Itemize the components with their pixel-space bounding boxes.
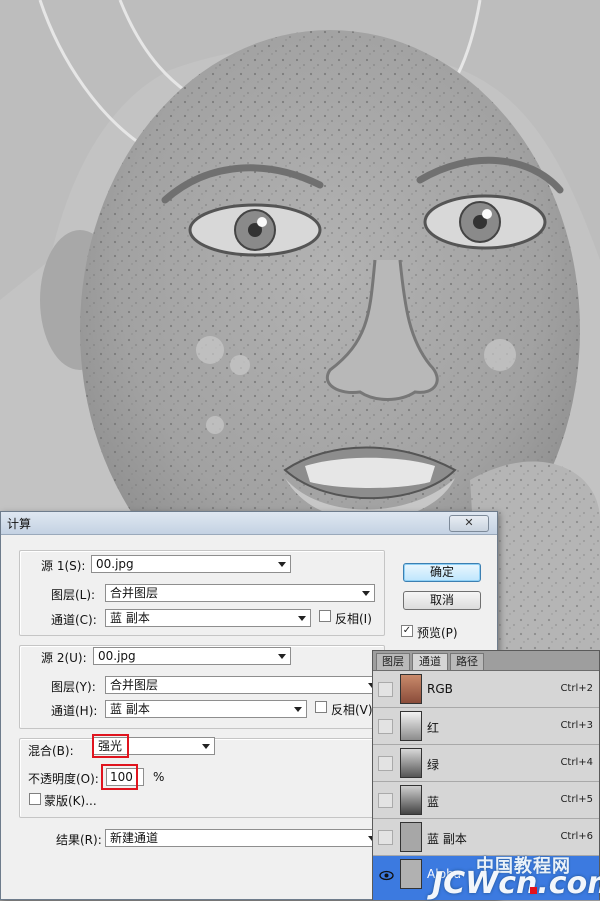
channel-thumbnail bbox=[400, 822, 422, 852]
source2-layer-value: 合并图层 bbox=[110, 678, 159, 692]
source2-file-select[interactable]: 00.jpg bbox=[93, 647, 291, 665]
tab-paths[interactable]: 路径 bbox=[450, 653, 484, 670]
chevron-down-icon bbox=[202, 744, 210, 749]
channel-name: 蓝 bbox=[427, 795, 440, 809]
source1-channel-select[interactable]: 蓝 副本 bbox=[105, 609, 311, 627]
channel-name: 绿 bbox=[427, 758, 440, 772]
source2-label: 源 2(U): bbox=[41, 651, 87, 665]
opacity-unit: % bbox=[153, 770, 165, 784]
dialog-titlebar[interactable]: 计算 ✕ bbox=[1, 512, 497, 535]
mask-label: 蒙版(K)... bbox=[44, 794, 97, 808]
channel-name: RGB bbox=[427, 682, 453, 696]
preview-label: 预览(P) bbox=[417, 626, 458, 640]
dialog-title: 计算 bbox=[7, 517, 32, 531]
chevron-down-icon bbox=[278, 654, 286, 659]
channel-row-blue-copy[interactable]: 蓝 副本 Ctrl+6 bbox=[373, 819, 599, 856]
channel-shortcut: Ctrl+5 bbox=[560, 794, 593, 805]
watermark-dot bbox=[530, 887, 537, 894]
source2-channel-select[interactable]: 蓝 副本 bbox=[105, 700, 307, 718]
tab-channels[interactable]: 通道 bbox=[412, 653, 448, 670]
channel-row-blue[interactable]: 蓝 Ctrl+5 bbox=[373, 782, 599, 819]
source2-layer-select[interactable]: 合并图层 bbox=[105, 676, 381, 694]
channel-name: 蓝 副本 bbox=[427, 832, 467, 846]
tab-layers[interactable]: 图层 bbox=[376, 653, 410, 670]
source1-label: 源 1(S): bbox=[41, 559, 86, 573]
source2-invert-label: 反相(V) bbox=[331, 703, 373, 717]
visibility-toggle[interactable] bbox=[378, 793, 393, 808]
opacity-highlight bbox=[101, 764, 138, 790]
channel-shortcut: Ctrl+6 bbox=[560, 831, 593, 842]
source1-invert-checkbox[interactable] bbox=[319, 610, 331, 622]
source1-channel-label: 通道(C): bbox=[51, 613, 97, 627]
visibility-toggle[interactable] bbox=[378, 756, 393, 771]
channel-shortcut: Ctrl+4 bbox=[560, 757, 593, 768]
result-label: 结果(R): bbox=[56, 833, 102, 847]
channel-row-green[interactable]: 绿 Ctrl+4 bbox=[373, 745, 599, 782]
channel-shortcut: Ctrl+3 bbox=[560, 720, 593, 731]
source1-layer-label: 图层(L): bbox=[51, 588, 96, 602]
source1-invert-label: 反相(I) bbox=[335, 612, 372, 626]
blending-label: 混合(B): bbox=[28, 744, 74, 758]
visibility-toggle[interactable] bbox=[378, 830, 393, 845]
result-value: 新建通道 bbox=[110, 831, 159, 845]
chevron-down-icon bbox=[294, 707, 302, 712]
blending-highlight bbox=[92, 734, 129, 758]
opacity-label: 不透明度(O): bbox=[28, 772, 99, 786]
source1-file-value: 00.jpg bbox=[96, 557, 134, 571]
chevron-down-icon bbox=[298, 616, 306, 621]
visibility-toggle[interactable] bbox=[378, 682, 393, 697]
source1-layer-value: 合并图层 bbox=[110, 586, 159, 600]
channel-row-red[interactable]: 红 Ctrl+3 bbox=[373, 708, 599, 745]
close-button[interactable]: ✕ bbox=[449, 515, 489, 532]
source2-channel-value: 蓝 副本 bbox=[110, 702, 150, 716]
channel-thumbnail bbox=[400, 674, 422, 704]
panel-tabbar: 图层 通道 路径 bbox=[373, 651, 599, 671]
source2-invert-checkbox[interactable] bbox=[315, 701, 327, 713]
visibility-toggle[interactable] bbox=[378, 719, 393, 734]
channel-name: 红 bbox=[427, 721, 440, 735]
channel-row-rgb[interactable]: RGB Ctrl+2 bbox=[373, 671, 599, 708]
eye-icon[interactable] bbox=[378, 867, 394, 882]
preview-checkbox[interactable]: ✓ bbox=[401, 625, 413, 637]
source2-channel-label: 通道(H): bbox=[51, 704, 98, 718]
channel-thumbnail bbox=[400, 859, 422, 889]
watermark-line2: JCWcn.com bbox=[432, 866, 600, 901]
source1-channel-value: 蓝 副本 bbox=[110, 611, 150, 625]
source1-file-select[interactable]: 00.jpg bbox=[91, 555, 291, 573]
channel-thumbnail bbox=[400, 748, 422, 778]
channel-thumbnail bbox=[400, 711, 422, 741]
ok-button[interactable]: 确定 bbox=[403, 563, 481, 582]
cancel-button[interactable]: 取消 bbox=[403, 591, 481, 610]
source2-layer-label: 图层(Y): bbox=[51, 680, 96, 694]
mask-checkbox[interactable] bbox=[29, 793, 41, 805]
close-icon: ✕ bbox=[464, 516, 474, 529]
chevron-down-icon bbox=[278, 562, 286, 567]
source2-file-value: 00.jpg bbox=[98, 649, 136, 663]
chevron-down-icon bbox=[362, 591, 370, 596]
source1-layer-select[interactable]: 合并图层 bbox=[105, 584, 375, 602]
channel-thumbnail bbox=[400, 785, 422, 815]
channel-shortcut: Ctrl+2 bbox=[560, 683, 593, 694]
result-select[interactable]: 新建通道 bbox=[105, 829, 381, 847]
